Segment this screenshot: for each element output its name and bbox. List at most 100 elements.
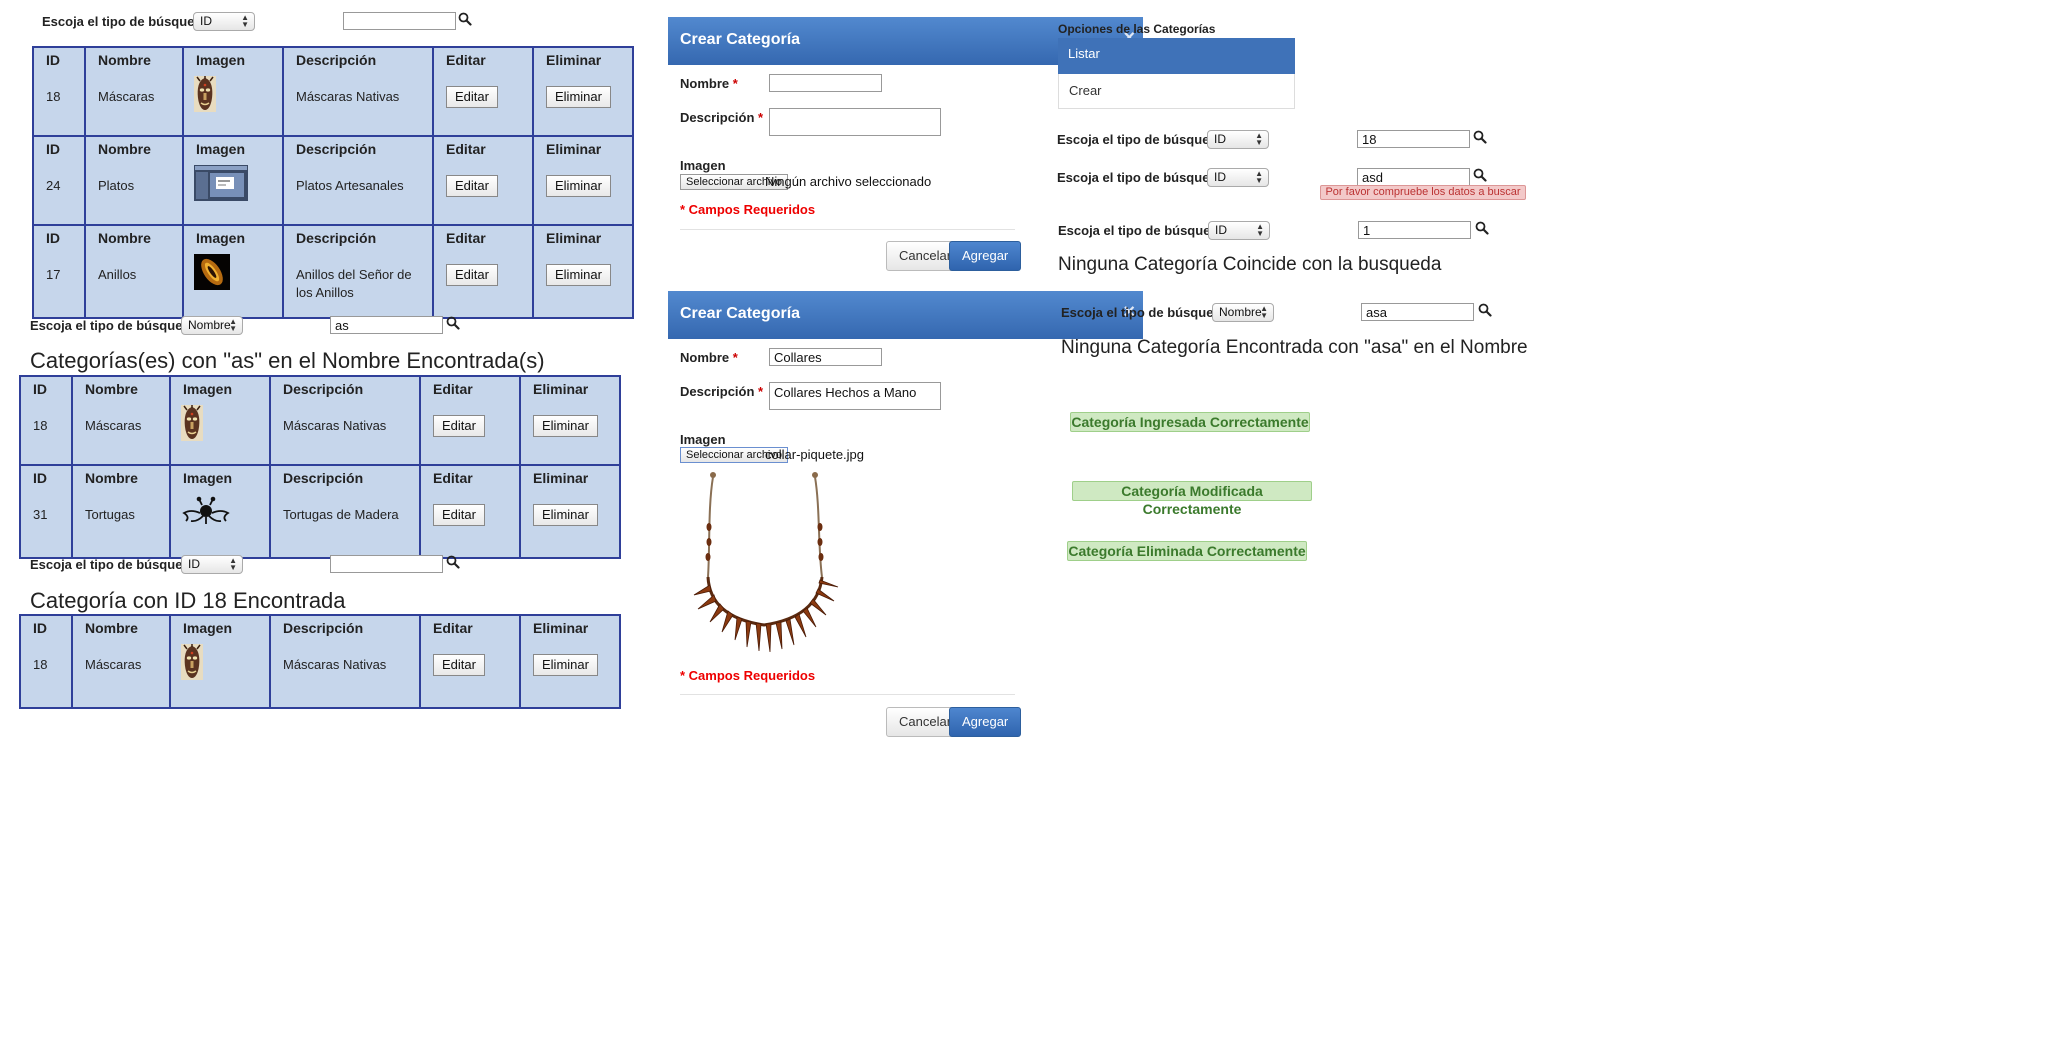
- search-type-label: Escoja el tipo de búsqueda: [1061, 305, 1229, 320]
- delete-button[interactable]: Eliminar: [533, 504, 598, 526]
- search-type-select[interactable]: ID ▲ ▼: [1207, 168, 1269, 187]
- search-icon[interactable]: [1473, 168, 1487, 182]
- nombre-cell: Nombre Anillos: [84, 226, 184, 317]
- header-id: ID: [33, 470, 47, 486]
- delete-button[interactable]: Eliminar: [546, 264, 611, 286]
- header-eliminar: Eliminar: [533, 620, 589, 636]
- editar-cell: Editar Editar: [432, 48, 534, 139]
- descripcion-textarea[interactable]: Collares Hechos a Mano: [769, 382, 941, 410]
- search-type-label: Escoja el tipo de búsqueda: [30, 557, 198, 572]
- header-nombre: Nombre: [98, 52, 151, 68]
- search-type-label: Escoja el tipo de búsqueda: [42, 14, 210, 29]
- menu-item-crear[interactable]: Crear: [1059, 75, 1296, 108]
- header-editar: Editar: [446, 230, 486, 246]
- search-icon[interactable]: [446, 316, 460, 330]
- nombre-label: Nombre *: [680, 76, 738, 91]
- header-eliminar: Eliminar: [533, 470, 589, 486]
- menu-item-listar[interactable]: Listar: [1058, 38, 1295, 74]
- search-input[interactable]: [330, 555, 443, 573]
- header-imagen: Imagen: [196, 141, 246, 157]
- header-id: ID: [33, 381, 47, 397]
- search-icon[interactable]: [1478, 303, 1492, 317]
- edit-button[interactable]: Editar: [446, 175, 498, 197]
- imagen-label: Imagen: [680, 432, 726, 447]
- search-input[interactable]: asd: [1357, 168, 1470, 186]
- imagen-cell: Imagen: [182, 48, 284, 139]
- success-alert-created: Categoría Ingresada Correctamente: [1070, 412, 1310, 432]
- search-type-select[interactable]: Nombre ▲ ▼: [1212, 303, 1274, 322]
- search-type-value: ID: [1215, 223, 1227, 237]
- success-alert-deleted: Categoría Eliminada Correctamente: [1067, 541, 1307, 561]
- header-nombre: Nombre: [85, 381, 138, 397]
- divider: [680, 694, 1015, 695]
- search-icon[interactable]: [446, 555, 460, 569]
- header-nombre: Nombre: [85, 620, 138, 636]
- imagen-cell: Imagen: [169, 466, 271, 557]
- file-status: Ningún archivo seleccionado: [765, 174, 932, 189]
- id-cell: ID 18: [21, 377, 71, 468]
- search-input[interactable]: 1: [1358, 221, 1471, 239]
- delete-button[interactable]: Eliminar: [546, 86, 611, 108]
- edit-button[interactable]: Editar: [433, 504, 485, 526]
- edit-button[interactable]: Editar: [433, 415, 485, 437]
- header-imagen: Imagen: [183, 620, 233, 636]
- ring-image: [194, 254, 230, 290]
- add-button[interactable]: Agregar: [949, 707, 1022, 737]
- search-type-value: ID: [188, 557, 200, 571]
- search-type-label: Escoja el tipo de búsqueda: [30, 318, 198, 333]
- category-table: ID 31 Nombre Tortugas Imagen Descripción…: [19, 464, 621, 559]
- nombre-input[interactable]: [769, 74, 882, 92]
- select-arrows-icon: ▲ ▼: [1255, 131, 1263, 147]
- header-nombre: Nombre: [98, 230, 151, 246]
- search-icon[interactable]: [1475, 221, 1489, 235]
- search-input[interactable]: asa: [1361, 303, 1474, 321]
- search-type-select[interactable]: Nombre ▲ ▼: [181, 316, 243, 335]
- category-table: ID 18 Nombre Máscaras Imagen Descripción…: [19, 614, 621, 709]
- modal-title: Crear Categoría: [680, 305, 801, 322]
- eliminar-cell: Eliminar Eliminar: [532, 226, 634, 317]
- editar-cell: Editar Editar: [419, 466, 521, 557]
- search-input[interactable]: 18: [1357, 130, 1470, 148]
- row-descripcion: Anillos del Señor de los Anillos: [296, 267, 412, 300]
- id-cell: ID 24: [34, 137, 84, 228]
- edit-button[interactable]: Editar: [446, 86, 498, 108]
- nombre-cell: Nombre Máscaras: [84, 48, 184, 139]
- delete-button[interactable]: Eliminar: [533, 415, 598, 437]
- descripcion-textarea[interactable]: [769, 108, 941, 136]
- search-type-select[interactable]: ID ▲ ▼: [1208, 221, 1270, 240]
- category-table: ID 17 Nombre Anillos Imagen Descripción …: [32, 224, 634, 319]
- header-imagen: Imagen: [183, 470, 233, 486]
- search-type-select[interactable]: ID ▲ ▼: [181, 555, 243, 574]
- search-type-select[interactable]: ID ▲ ▼: [1207, 130, 1269, 149]
- eliminar-cell: Eliminar Eliminar: [519, 616, 621, 707]
- nombre-input[interactable]: Collares: [769, 348, 882, 366]
- required-note: * Campos Requeridos: [680, 668, 816, 683]
- header-descripcion: Descripción: [283, 620, 364, 636]
- category-table: ID 18 Nombre Máscaras Imagen Descripción…: [32, 46, 634, 141]
- search-input[interactable]: [343, 12, 456, 30]
- search-type-select[interactable]: ID ▲ ▼: [193, 12, 255, 31]
- nombre-cell: Nombre Máscaras: [71, 616, 171, 707]
- descripcion-cell: Descripción Máscaras Nativas: [269, 377, 421, 468]
- validation-error-alert: Por favor compruebe los datos a buscar: [1320, 185, 1526, 200]
- search-icon[interactable]: [1473, 130, 1487, 144]
- descripcion-cell: Descripción Platos Artesanales: [282, 137, 434, 228]
- search-input[interactable]: as: [330, 316, 443, 334]
- imagen-cell: Imagen: [182, 137, 284, 228]
- divider: [680, 229, 1015, 230]
- imagen-label: Imagen: [680, 158, 726, 173]
- editar-cell: Editar Editar: [432, 137, 534, 228]
- search-icon[interactable]: [458, 12, 472, 26]
- delete-button[interactable]: Eliminar: [546, 175, 611, 197]
- select-arrows-icon: ▲ ▼: [241, 13, 249, 29]
- eliminar-cell: Eliminar Eliminar: [532, 137, 634, 228]
- edit-button[interactable]: Editar: [433, 654, 485, 676]
- header-eliminar: Eliminar: [533, 381, 589, 397]
- delete-button[interactable]: Eliminar: [533, 654, 598, 676]
- header-nombre: Nombre: [85, 470, 138, 486]
- add-button[interactable]: Agregar: [949, 241, 1022, 271]
- edit-button[interactable]: Editar: [446, 264, 498, 286]
- search-type-value: Nombre: [1219, 305, 1262, 319]
- nombre-cell: Nombre Máscaras: [71, 377, 171, 468]
- descripcion-label: Descripción *: [680, 384, 764, 399]
